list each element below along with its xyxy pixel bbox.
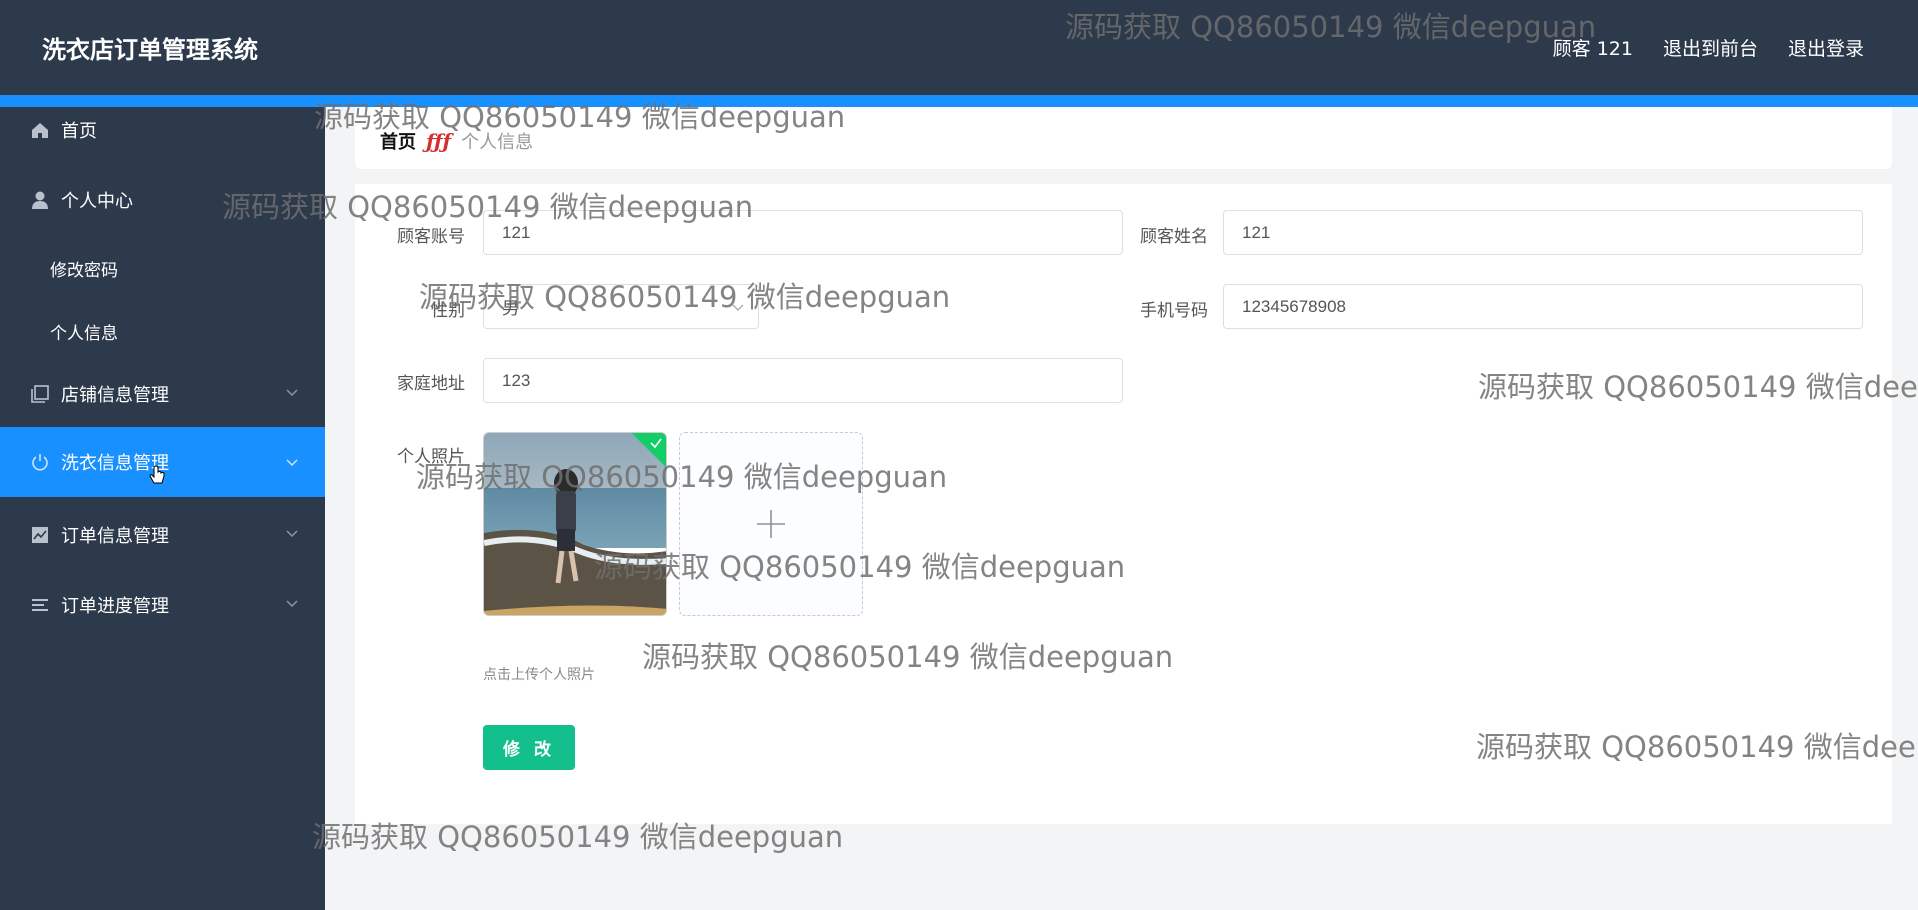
chevron-down-icon (286, 459, 298, 467)
sidebar-item-label: 个人中心 (61, 191, 133, 212)
sidebar-item-shop-info[interactable]: 店铺信息管理 (0, 367, 325, 421)
sidebar-item-order-info[interactable]: 订单信息管理 (0, 508, 325, 562)
breadcrumb: 首页 ƒƒƒ 个人信息 (380, 128, 533, 154)
cursor-hand-icon (149, 465, 165, 484)
breadcrumb-separator: ƒƒƒ (426, 129, 452, 153)
gender-value: 男 (502, 299, 519, 318)
chevron-down-icon (286, 530, 298, 538)
sidebar: 首页 个人中心 修改密码 个人信息 店铺信息管理 洗衣信息管理 订单信息管理 订… (0, 107, 325, 910)
profile-photo[interactable] (483, 432, 667, 616)
name-input[interactable]: 121 (1223, 210, 1863, 255)
photo-label: 个人照片 (397, 447, 465, 467)
sidebar-item-label: 订单进度管理 (61, 596, 169, 617)
address-label: 家庭地址 (397, 374, 465, 394)
current-user[interactable]: 顾客 121 (1553, 34, 1633, 61)
sidebar-item-order-progress[interactable]: 订单进度管理 (0, 578, 325, 632)
chevron-down-icon (286, 600, 298, 608)
sidebar-item-personal-center[interactable]: 个人中心 (0, 173, 325, 227)
name-label: 顾客姓名 (1140, 227, 1208, 247)
upload-tip: 点击上传个人照片 (483, 667, 595, 683)
breadcrumb-current: 个人信息 (461, 132, 534, 153)
sidebar-item-home[interactable]: 首页 (0, 107, 325, 153)
copy-icon (29, 383, 51, 405)
exit-to-front-link[interactable]: 退出到前台 (1663, 34, 1758, 61)
phone-input[interactable]: 12345678908 (1223, 284, 1863, 329)
user-icon (29, 189, 51, 211)
sidebar-subitem-change-password[interactable]: 修改密码 (50, 256, 118, 281)
sidebar-item-label: 订单信息管理 (61, 526, 169, 547)
account-label: 顾客账号 (397, 227, 465, 247)
breadcrumb-home[interactable]: 首页 (380, 128, 416, 154)
account-input[interactable]: 121 (483, 210, 1123, 255)
home-icon (29, 119, 51, 141)
top-header: 洗衣店订单管理系统 顾客 121 退出到前台 退出登录 (0, 0, 1918, 95)
chevron-down-icon (732, 304, 744, 311)
chevron-down-icon (286, 389, 298, 397)
gender-select[interactable]: 男 (483, 284, 759, 329)
profile-form: 顾客账号 121 顾客姓名 121 性别 男 手机号码 12345678908 … (355, 184, 1892, 824)
address-input[interactable]: 123 (483, 358, 1123, 403)
logout-link[interactable]: 退出登录 (1788, 34, 1864, 61)
sidebar-item-label: 店铺信息管理 (61, 385, 169, 406)
submit-button[interactable]: 修 改 (483, 725, 575, 770)
beach-photo-image (484, 433, 666, 615)
gender-label: 性别 (431, 301, 465, 321)
header-accent-bar (0, 95, 1918, 107)
app-title: 洗衣店订单管理系统 (42, 36, 258, 64)
check-icon (650, 438, 662, 449)
breadcrumb-card: 首页 ƒƒƒ 个人信息 (355, 107, 1892, 169)
sidebar-subitem-personal-info[interactable]: 个人信息 (50, 319, 118, 344)
list-icon (29, 594, 51, 616)
header-actions: 顾客 121 退出到前台 退出登录 (1553, 34, 1864, 61)
power-icon (29, 451, 51, 473)
chart-icon (29, 524, 51, 546)
upload-photo-button[interactable] (679, 432, 863, 616)
sidebar-item-laundry-info[interactable]: 洗衣信息管理 (0, 427, 325, 497)
sidebar-item-label: 首页 (61, 121, 97, 142)
phone-label: 手机号码 (1140, 301, 1208, 321)
plus-icon (757, 510, 785, 538)
